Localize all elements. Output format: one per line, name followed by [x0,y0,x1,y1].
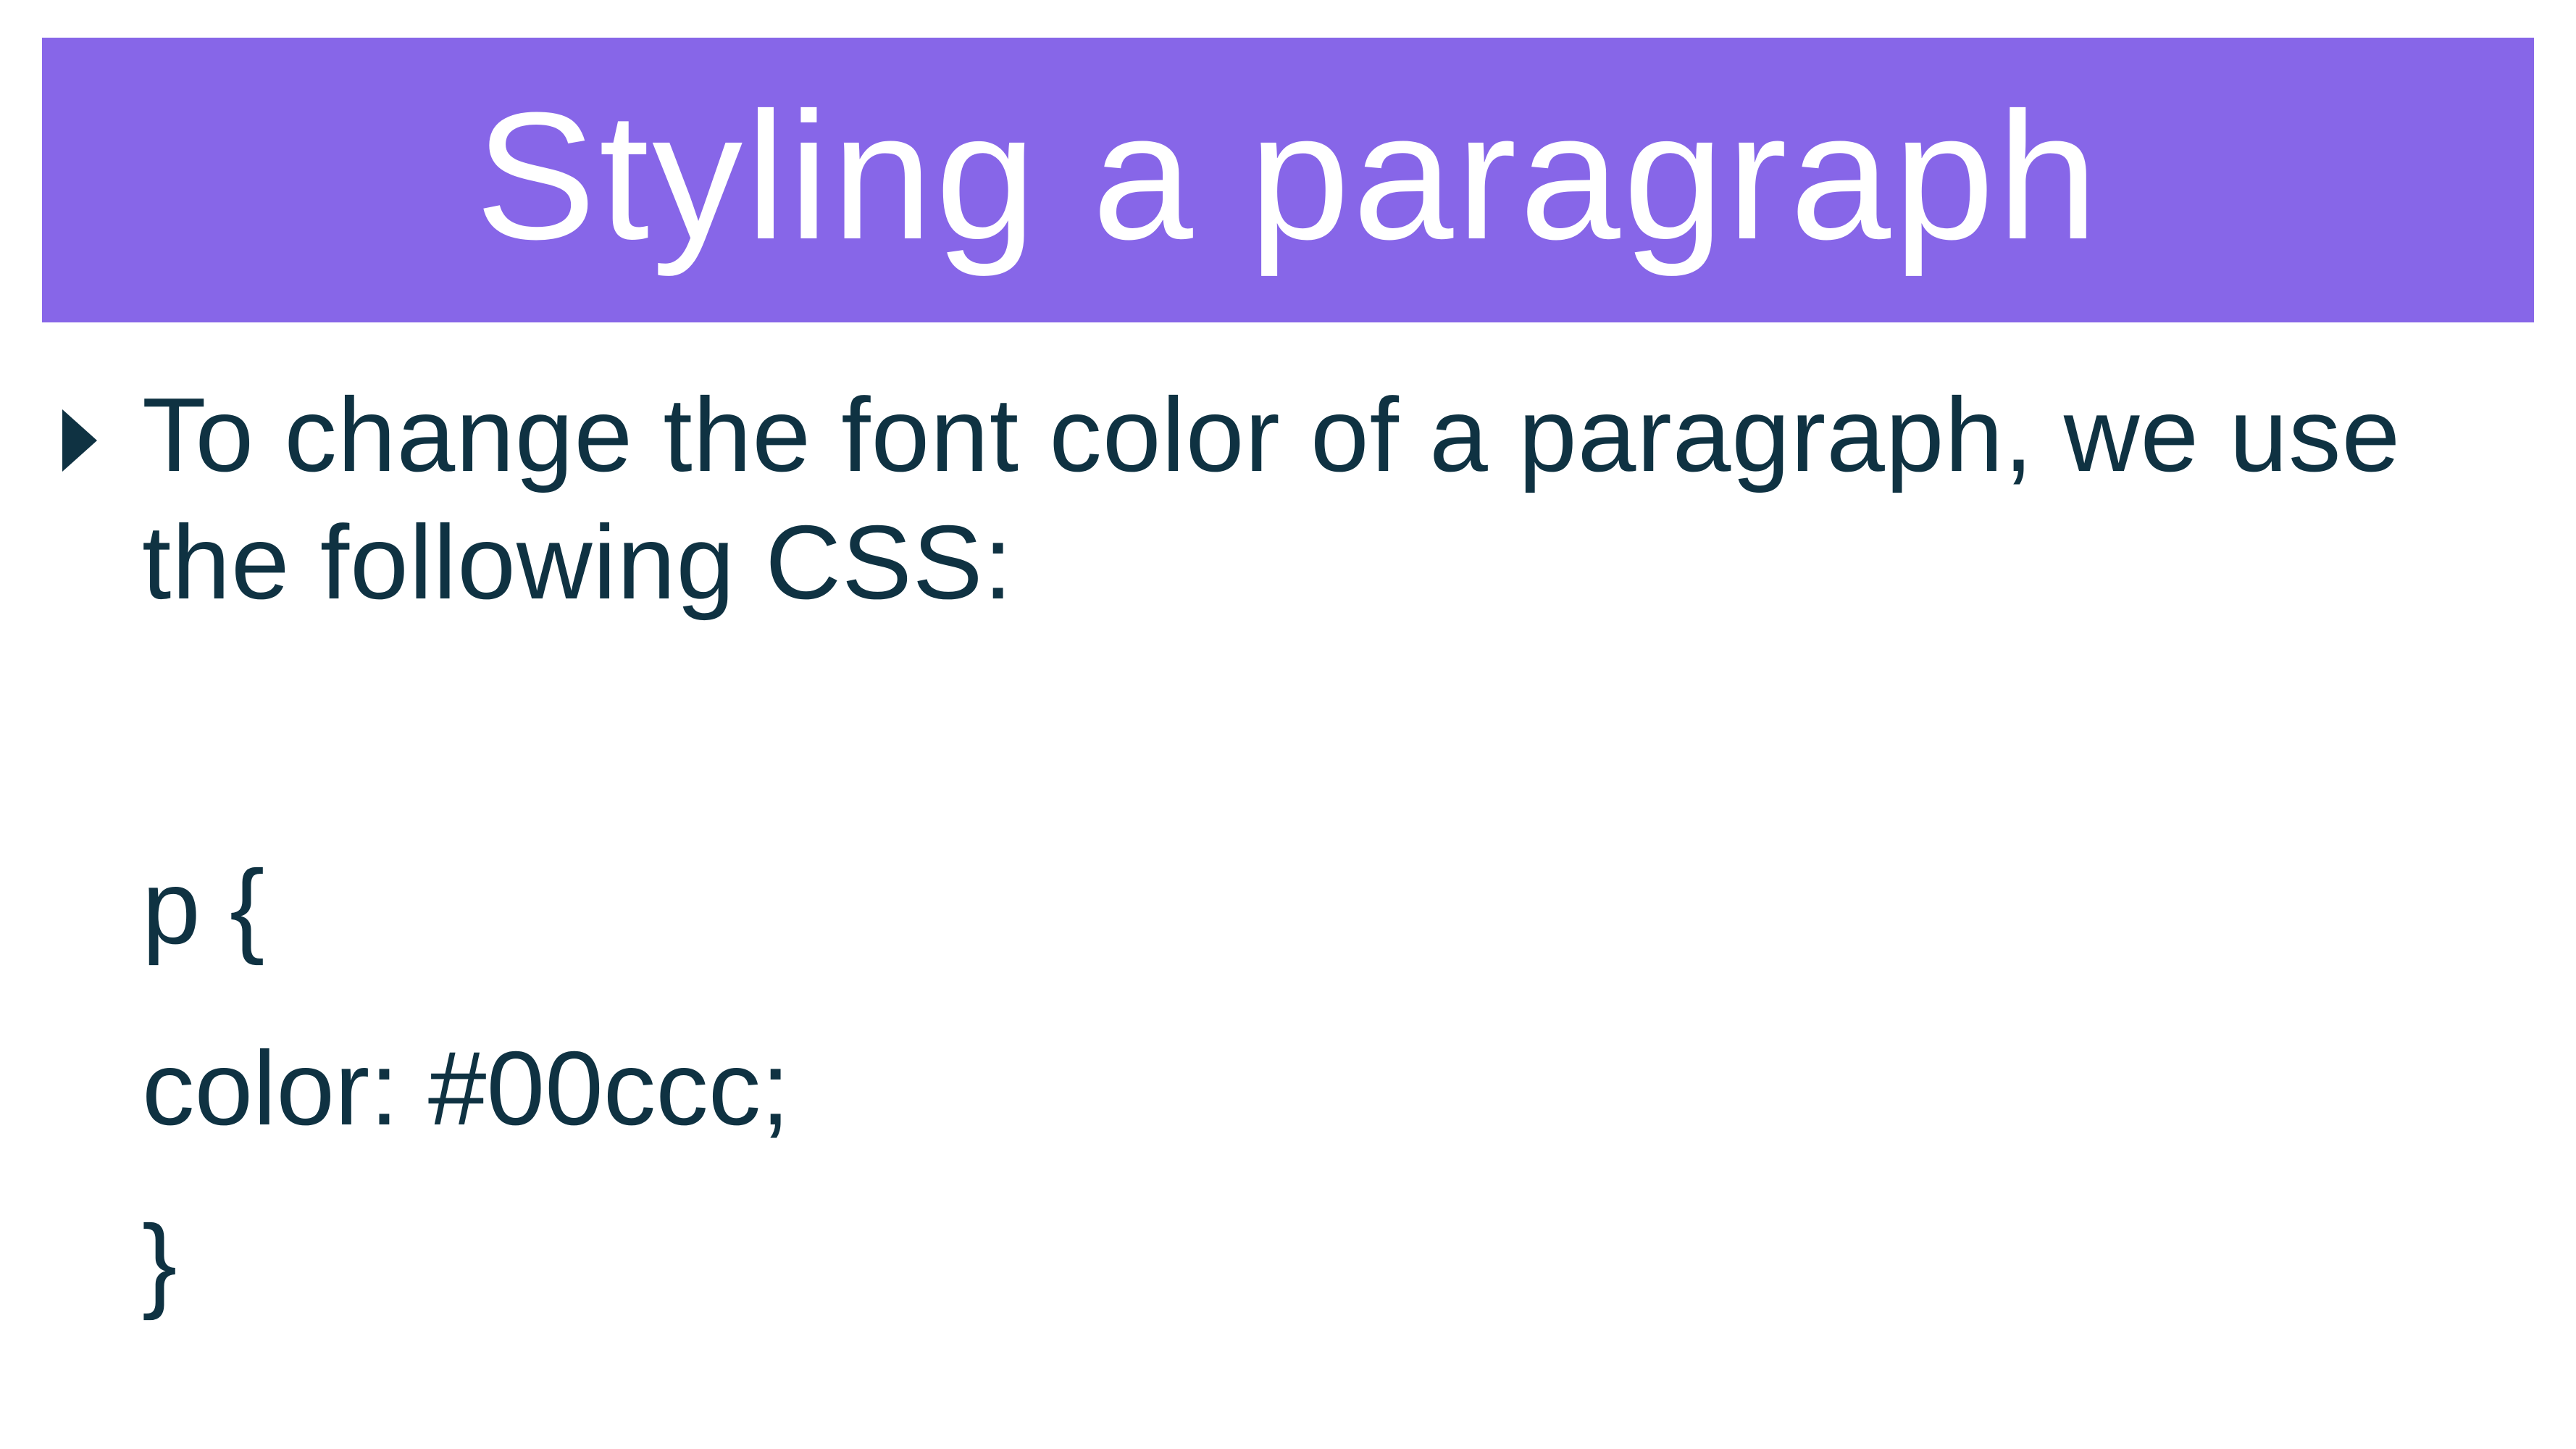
code-line-color-rule: color: #00ccc; [142,1030,790,1147]
slide-title: Styling a paragraph [474,74,2102,277]
bullet-text: To change the font color of a paragraph,… [142,376,2401,621]
code-line-closing-brace: } [142,1203,177,1321]
slide: Styling a paragraph To change the font c… [0,0,2576,1449]
title-bar: Styling a paragraph [42,38,2534,322]
triangle-right-icon [62,409,97,472]
code-line-selector: p { [142,848,265,966]
